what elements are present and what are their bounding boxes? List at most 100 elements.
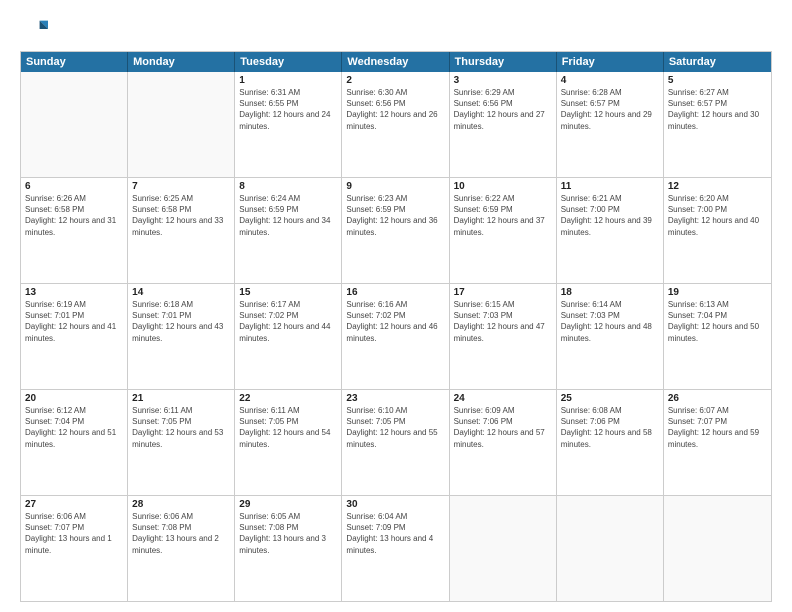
cell-info: Sunrise: 6:05 AMSunset: 7:08 PMDaylight:…	[239, 511, 337, 556]
calendar-body: 1Sunrise: 6:31 AMSunset: 6:55 PMDaylight…	[21, 72, 771, 601]
day-number: 4	[561, 75, 659, 86]
day-number: 15	[239, 287, 337, 298]
day-number: 6	[25, 181, 123, 192]
cell-info: Sunrise: 6:10 AMSunset: 7:05 PMDaylight:…	[346, 405, 444, 450]
calendar-cell-day-3: 3Sunrise: 6:29 AMSunset: 6:56 PMDaylight…	[450, 72, 557, 177]
calendar-cell-day-21: 21Sunrise: 6:11 AMSunset: 7:05 PMDayligh…	[128, 390, 235, 495]
cell-info: Sunrise: 6:07 AMSunset: 7:07 PMDaylight:…	[668, 405, 767, 450]
day-number: 23	[346, 393, 444, 404]
day-number: 12	[668, 181, 767, 192]
day-number: 27	[25, 499, 123, 510]
day-number: 17	[454, 287, 552, 298]
calendar-week-4: 20Sunrise: 6:12 AMSunset: 7:04 PMDayligh…	[21, 390, 771, 496]
day-header-wednesday: Wednesday	[342, 52, 449, 72]
day-header-sunday: Sunday	[21, 52, 128, 72]
calendar-cell-day-19: 19Sunrise: 6:13 AMSunset: 7:04 PMDayligh…	[664, 284, 771, 389]
calendar-week-3: 13Sunrise: 6:19 AMSunset: 7:01 PMDayligh…	[21, 284, 771, 390]
calendar: SundayMondayTuesdayWednesdayThursdayFrid…	[20, 51, 772, 602]
day-number: 9	[346, 181, 444, 192]
calendar-cell-day-2: 2Sunrise: 6:30 AMSunset: 6:56 PMDaylight…	[342, 72, 449, 177]
day-number: 8	[239, 181, 337, 192]
day-number: 5	[668, 75, 767, 86]
cell-info: Sunrise: 6:11 AMSunset: 7:05 PMDaylight:…	[132, 405, 230, 450]
calendar-cell-day-22: 22Sunrise: 6:11 AMSunset: 7:05 PMDayligh…	[235, 390, 342, 495]
calendar-cell-day-15: 15Sunrise: 6:17 AMSunset: 7:02 PMDayligh…	[235, 284, 342, 389]
cell-info: Sunrise: 6:29 AMSunset: 6:56 PMDaylight:…	[454, 87, 552, 132]
cell-info: Sunrise: 6:15 AMSunset: 7:03 PMDaylight:…	[454, 299, 552, 344]
calendar-week-1: 1Sunrise: 6:31 AMSunset: 6:55 PMDaylight…	[21, 72, 771, 178]
cell-info: Sunrise: 6:24 AMSunset: 6:59 PMDaylight:…	[239, 193, 337, 238]
calendar-cell-day-7: 7Sunrise: 6:25 AMSunset: 6:58 PMDaylight…	[128, 178, 235, 283]
cell-info: Sunrise: 6:04 AMSunset: 7:09 PMDaylight:…	[346, 511, 444, 556]
calendar-cell-empty	[557, 496, 664, 601]
calendar-cell-day-10: 10Sunrise: 6:22 AMSunset: 6:59 PMDayligh…	[450, 178, 557, 283]
cell-info: Sunrise: 6:06 AMSunset: 7:07 PMDaylight:…	[25, 511, 123, 556]
calendar-cell-day-30: 30Sunrise: 6:04 AMSunset: 7:09 PMDayligh…	[342, 496, 449, 601]
calendar-cell-day-12: 12Sunrise: 6:20 AMSunset: 7:00 PMDayligh…	[664, 178, 771, 283]
calendar-cell-day-28: 28Sunrise: 6:06 AMSunset: 7:08 PMDayligh…	[128, 496, 235, 601]
calendar-cell-empty	[128, 72, 235, 177]
calendar-cell-day-8: 8Sunrise: 6:24 AMSunset: 6:59 PMDaylight…	[235, 178, 342, 283]
calendar-cell-day-1: 1Sunrise: 6:31 AMSunset: 6:55 PMDaylight…	[235, 72, 342, 177]
day-header-monday: Monday	[128, 52, 235, 72]
day-number: 18	[561, 287, 659, 298]
day-number: 2	[346, 75, 444, 86]
day-number: 25	[561, 393, 659, 404]
calendar-cell-day-14: 14Sunrise: 6:18 AMSunset: 7:01 PMDayligh…	[128, 284, 235, 389]
cell-info: Sunrise: 6:13 AMSunset: 7:04 PMDaylight:…	[668, 299, 767, 344]
cell-info: Sunrise: 6:17 AMSunset: 7:02 PMDaylight:…	[239, 299, 337, 344]
calendar-week-5: 27Sunrise: 6:06 AMSunset: 7:07 PMDayligh…	[21, 496, 771, 601]
day-number: 11	[561, 181, 659, 192]
day-number: 19	[668, 287, 767, 298]
calendar-cell-empty	[450, 496, 557, 601]
calendar-cell-day-4: 4Sunrise: 6:28 AMSunset: 6:57 PMDaylight…	[557, 72, 664, 177]
calendar-cell-day-27: 27Sunrise: 6:06 AMSunset: 7:07 PMDayligh…	[21, 496, 128, 601]
day-number: 21	[132, 393, 230, 404]
cell-info: Sunrise: 6:09 AMSunset: 7:06 PMDaylight:…	[454, 405, 552, 450]
day-number: 22	[239, 393, 337, 404]
page: SundayMondayTuesdayWednesdayThursdayFrid…	[0, 0, 792, 612]
day-number: 13	[25, 287, 123, 298]
calendar-cell-day-18: 18Sunrise: 6:14 AMSunset: 7:03 PMDayligh…	[557, 284, 664, 389]
calendar-cell-day-23: 23Sunrise: 6:10 AMSunset: 7:05 PMDayligh…	[342, 390, 449, 495]
cell-info: Sunrise: 6:30 AMSunset: 6:56 PMDaylight:…	[346, 87, 444, 132]
day-number: 10	[454, 181, 552, 192]
calendar-cell-empty	[664, 496, 771, 601]
day-number: 1	[239, 75, 337, 86]
calendar-cell-day-17: 17Sunrise: 6:15 AMSunset: 7:03 PMDayligh…	[450, 284, 557, 389]
day-number: 14	[132, 287, 230, 298]
calendar-cell-day-25: 25Sunrise: 6:08 AMSunset: 7:06 PMDayligh…	[557, 390, 664, 495]
day-number: 29	[239, 499, 337, 510]
cell-info: Sunrise: 6:16 AMSunset: 7:02 PMDaylight:…	[346, 299, 444, 344]
day-number: 24	[454, 393, 552, 404]
cell-info: Sunrise: 6:25 AMSunset: 6:58 PMDaylight:…	[132, 193, 230, 238]
day-header-friday: Friday	[557, 52, 664, 72]
cell-info: Sunrise: 6:20 AMSunset: 7:00 PMDaylight:…	[668, 193, 767, 238]
cell-info: Sunrise: 6:11 AMSunset: 7:05 PMDaylight:…	[239, 405, 337, 450]
cell-info: Sunrise: 6:08 AMSunset: 7:06 PMDaylight:…	[561, 405, 659, 450]
cell-info: Sunrise: 6:21 AMSunset: 7:00 PMDaylight:…	[561, 193, 659, 238]
cell-info: Sunrise: 6:23 AMSunset: 6:59 PMDaylight:…	[346, 193, 444, 238]
calendar-cell-day-6: 6Sunrise: 6:26 AMSunset: 6:58 PMDaylight…	[21, 178, 128, 283]
cell-info: Sunrise: 6:18 AMSunset: 7:01 PMDaylight:…	[132, 299, 230, 344]
calendar-header-row: SundayMondayTuesdayWednesdayThursdayFrid…	[21, 52, 771, 72]
day-number: 20	[25, 393, 123, 404]
calendar-cell-day-5: 5Sunrise: 6:27 AMSunset: 6:57 PMDaylight…	[664, 72, 771, 177]
calendar-cell-day-26: 26Sunrise: 6:07 AMSunset: 7:07 PMDayligh…	[664, 390, 771, 495]
day-number: 7	[132, 181, 230, 192]
day-number: 26	[668, 393, 767, 404]
cell-info: Sunrise: 6:22 AMSunset: 6:59 PMDaylight:…	[454, 193, 552, 238]
calendar-cell-day-11: 11Sunrise: 6:21 AMSunset: 7:00 PMDayligh…	[557, 178, 664, 283]
calendar-cell-day-16: 16Sunrise: 6:16 AMSunset: 7:02 PMDayligh…	[342, 284, 449, 389]
cell-info: Sunrise: 6:28 AMSunset: 6:57 PMDaylight:…	[561, 87, 659, 132]
day-number: 3	[454, 75, 552, 86]
day-number: 28	[132, 499, 230, 510]
cell-info: Sunrise: 6:31 AMSunset: 6:55 PMDaylight:…	[239, 87, 337, 132]
calendar-cell-day-29: 29Sunrise: 6:05 AMSunset: 7:08 PMDayligh…	[235, 496, 342, 601]
day-number: 16	[346, 287, 444, 298]
day-header-saturday: Saturday	[664, 52, 771, 72]
cell-info: Sunrise: 6:26 AMSunset: 6:58 PMDaylight:…	[25, 193, 123, 238]
day-header-tuesday: Tuesday	[235, 52, 342, 72]
calendar-cell-day-9: 9Sunrise: 6:23 AMSunset: 6:59 PMDaylight…	[342, 178, 449, 283]
logo-icon	[20, 15, 48, 43]
